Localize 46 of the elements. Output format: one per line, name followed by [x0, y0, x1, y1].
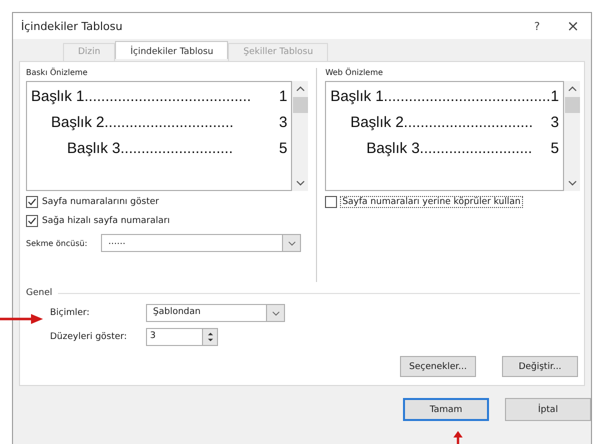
scroll-down-icon[interactable]: [296, 180, 305, 186]
page-number: 5: [278, 139, 288, 159]
scroll-thumb[interactable]: [564, 97, 580, 113]
section-label: Baskı Önizleme: [26, 68, 89, 77]
preview-entry: Başlık 3...........................: [67, 139, 233, 159]
preview-entry: Başlık 1........................................: [330, 87, 550, 107]
scrollbar[interactable]: [564, 81, 580, 191]
page-number: 3: [550, 113, 559, 133]
tab[interactable]: İçindekiler Tablosu: [115, 41, 228, 59]
field-label: Biçimler:: [50, 308, 91, 318]
checkbox-label: Sayfa numaralarını göster: [42, 197, 159, 207]
checkbox[interactable]: [325, 196, 338, 208]
preview-entry: Başlık 3...........................: [366, 139, 532, 159]
dialog-button[interactable]: Değiştir...: [502, 356, 578, 377]
page-number: 1: [278, 87, 288, 107]
scroll-thumb[interactable]: [292, 97, 308, 113]
ok-button[interactable]: Tamam: [403, 398, 489, 421]
dropdown-caret-icon[interactable]: [288, 240, 296, 246]
page-number: 3: [278, 113, 288, 133]
checkbox[interactable]: [26, 215, 38, 227]
scroll-up-icon[interactable]: [568, 86, 576, 92]
checkbox-label: Sayfa numaraları yerine köprüler kullan: [341, 197, 522, 207]
preview-entry: Başlık 2...............................: [51, 113, 234, 133]
dropdown-caret-icon[interactable]: [272, 310, 280, 316]
page-number: 5: [550, 139, 559, 159]
group-label: Genel: [26, 288, 52, 298]
close-button[interactable]: ×: [555, 17, 591, 35]
checkbox[interactable]: [26, 196, 38, 208]
scroll-up-icon[interactable]: [296, 86, 305, 92]
leader-dropdown[interactable]: ......: [101, 234, 302, 252]
checkbox-label: Sağa hizalı sayfa numaraları: [42, 216, 170, 226]
cancel-button[interactable]: İptal: [505, 398, 591, 421]
formats-dropdown[interactable]: Şablondan: [146, 304, 285, 322]
page-number: 1: [550, 87, 559, 107]
annotation-arrow: [0, 313, 44, 325]
scroll-down-icon[interactable]: [568, 180, 576, 186]
preview-entry: Başlık 1........................................: [31, 87, 252, 107]
scrollbar[interactable]: [292, 81, 308, 191]
preview-entry: Başlık 2...............................: [350, 113, 533, 133]
dialog-button[interactable]: Seçenekler...: [400, 356, 476, 377]
window-title: İçindekiler Tablosu: [21, 20, 124, 32]
section-label: Web Önizleme: [325, 68, 384, 77]
annotation-arrow: [452, 431, 464, 444]
field-label: Sekme öncüsü:: [26, 238, 88, 248]
field-label: Düzeyleri göster:: [50, 332, 128, 342]
help-button[interactable]: ?: [519, 20, 555, 32]
